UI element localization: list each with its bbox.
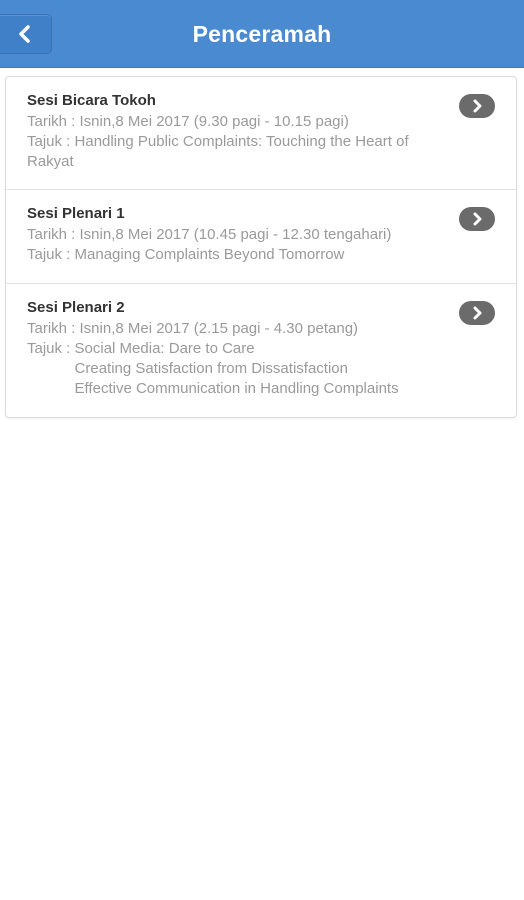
chevron-right-glyph xyxy=(473,99,482,113)
topic-label: Tajuk : xyxy=(27,246,75,263)
chevron-right-icon[interactable] xyxy=(459,94,495,118)
topic-label: Tajuk : xyxy=(27,340,75,357)
session-date: Tarikh : Isnin,8 Mei 2017 (9.30 pagi - 1… xyxy=(27,113,349,130)
session-title: Sesi Bicara Tokoh xyxy=(27,92,156,109)
chevron-right-icon[interactable] xyxy=(459,207,495,231)
chevron-right-icon[interactable] xyxy=(459,301,495,325)
topic-label: Tajuk : xyxy=(27,133,75,150)
session-date: Tarikh : Isnin,8 Mei 2017 (2.15 pagi - 4… xyxy=(27,320,359,337)
session-list: Sesi Bicara Tokoh Tarikh : Isnin,8 Mei 2… xyxy=(5,76,517,418)
session-topic: Tajuk : Handling Public Complaints: Touc… xyxy=(27,132,456,172)
session-item-bicara-tokoh[interactable]: Sesi Bicara Tokoh Tarikh : Isnin,8 Mei 2… xyxy=(6,77,516,190)
session-topic: Tajuk : Managing Complaints Beyond Tomor… xyxy=(27,245,456,265)
session-title: Sesi Plenari 2 xyxy=(27,299,125,316)
topic-text: Creating Satisfaction from Dissatisfacti… xyxy=(74,360,348,377)
session-item-plenari-2[interactable]: Sesi Plenari 2 Tarikh : Isnin,8 Mei 2017… xyxy=(6,284,516,417)
topic-text: Managing Complaints Beyond Tomorrow xyxy=(74,246,345,263)
page-title: Penceramah xyxy=(192,21,332,47)
chevron-right-glyph xyxy=(473,212,482,226)
topic-text: Social Media: Dare to Care xyxy=(74,340,255,357)
session-item-plenari-1[interactable]: Sesi Plenari 1 Tarikh : Isnin,8 Mei 2017… xyxy=(6,190,516,284)
header-bar: Penceramah xyxy=(0,0,524,68)
session-date: Tarikh : Isnin,8 Mei 2017 (10.45 pagi - … xyxy=(27,226,392,243)
session-topic: Tajuk : Social Media: Dare to Care Creat… xyxy=(27,339,456,399)
chevron-right-glyph xyxy=(473,306,482,320)
topic-text: Handling Public Complaints: Touching the… xyxy=(27,133,409,170)
topic-list: Social Media: Dare to Care Creating Sati… xyxy=(75,339,399,399)
session-title: Sesi Plenari 1 xyxy=(27,205,125,222)
topic-text: Effective Communication in Handling Comp… xyxy=(74,380,399,397)
